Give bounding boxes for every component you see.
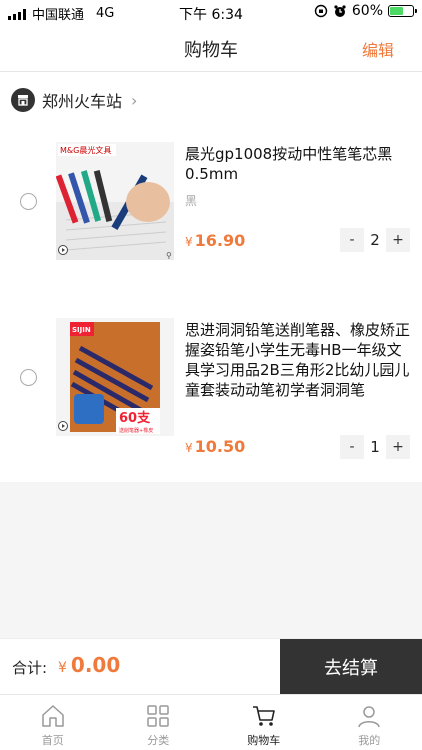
total-label: 合计: bbox=[12, 659, 48, 677]
price-value: 16.90 bbox=[194, 231, 246, 250]
svg-text:⚲: ⚲ bbox=[166, 251, 172, 260]
store-name: 郑州火车站 bbox=[42, 92, 123, 111]
decrease-button[interactable]: - bbox=[340, 228, 364, 252]
tab-label: 购物车 bbox=[247, 734, 281, 747]
thumb-badge-text: 60支 bbox=[119, 410, 151, 426]
empty-area bbox=[0, 482, 422, 638]
status-right: 60% bbox=[314, 3, 417, 19]
cart-item: M&G晨光文具 ⚲ 晨光gp1008按动中性笔笔芯黑0.5mm 黑 ¥16.90… bbox=[0, 140, 422, 270]
increase-button[interactable]: + bbox=[386, 435, 410, 459]
product-title[interactable]: 晨光gp1008按动中性笔笔芯黑0.5mm bbox=[185, 144, 412, 184]
grid-icon bbox=[147, 705, 169, 727]
store-icon bbox=[11, 88, 35, 112]
item-checkbox[interactable] bbox=[20, 369, 37, 386]
thumb-brand-text: M&G晨光文具 bbox=[60, 145, 111, 155]
tab-label: 首页 bbox=[41, 734, 64, 747]
checkout-bar: 合计: ¥0.00 去结算 bbox=[0, 638, 422, 695]
quantity-stepper: - 1 + bbox=[340, 435, 410, 459]
store-header[interactable]: 郑州火车站 › bbox=[11, 86, 137, 114]
cart-item: SIJIN 60支 送削笔器+橡皮 思进洞洞铅笔送削笔器、橡皮矫正握姿铅笔小学生… bbox=[0, 316, 422, 466]
item-checkbox[interactable] bbox=[20, 193, 37, 210]
edit-button[interactable]: 编辑 bbox=[362, 37, 394, 61]
tab-cart[interactable]: 购物车 bbox=[211, 695, 317, 750]
tab-home[interactable]: 首页 bbox=[0, 695, 106, 750]
total-value: 0.00 bbox=[70, 653, 121, 677]
battery-icon bbox=[388, 5, 417, 17]
home-icon bbox=[42, 705, 64, 727]
product-title[interactable]: 思进洞洞铅笔送削笔器、橡皮矫正握姿铅笔小学生无毒HB一年级文具学习用品2B三角形… bbox=[185, 320, 412, 400]
quantity-value[interactable]: 1 bbox=[364, 438, 386, 456]
currency-symbol: ¥ bbox=[185, 441, 193, 455]
nav-bar: 购物车 编辑 bbox=[0, 24, 422, 72]
tab-category[interactable]: 分类 bbox=[106, 695, 212, 750]
tab-label: 我的 bbox=[358, 734, 381, 747]
checkout-button[interactable]: 去结算 bbox=[280, 639, 422, 695]
product-price: ¥16.90 bbox=[185, 231, 245, 250]
product-price: ¥10.50 bbox=[185, 437, 245, 456]
product-spec: 黑 bbox=[185, 194, 198, 208]
battery-percent: 60% bbox=[351, 3, 383, 19]
user-icon bbox=[358, 706, 380, 728]
product-image[interactable]: M&G晨光文具 ⚲ bbox=[56, 142, 174, 260]
product-image[interactable]: SIJIN 60支 送削笔器+橡皮 bbox=[56, 318, 174, 436]
cart-icon bbox=[252, 706, 275, 726]
thumb-brand-text: SIJIN bbox=[72, 326, 91, 334]
status-bar: 中国联通 4G 下午 6:34 60% bbox=[0, 0, 422, 24]
quantity-stepper: - 2 + bbox=[340, 228, 410, 252]
increase-button[interactable]: + bbox=[386, 228, 410, 252]
rotation-lock-icon bbox=[314, 4, 328, 18]
chevron-right-icon: › bbox=[131, 90, 138, 110]
decrease-button[interactable]: - bbox=[340, 435, 364, 459]
price-value: 10.50 bbox=[194, 437, 246, 456]
page-title: 购物车 bbox=[184, 40, 238, 61]
tab-bar: 首页 分类 购物车 我的 bbox=[0, 694, 422, 750]
tab-profile[interactable]: 我的 bbox=[317, 695, 422, 750]
currency-symbol: ¥ bbox=[58, 660, 67, 676]
thumb-sub-text: 送削笔器+橡皮 bbox=[119, 427, 153, 434]
total-amount: ¥0.00 bbox=[58, 653, 120, 677]
alarm-icon bbox=[334, 5, 346, 17]
quantity-value[interactable]: 2 bbox=[364, 231, 386, 249]
tab-label: 分类 bbox=[147, 734, 170, 747]
currency-symbol: ¥ bbox=[185, 235, 193, 249]
